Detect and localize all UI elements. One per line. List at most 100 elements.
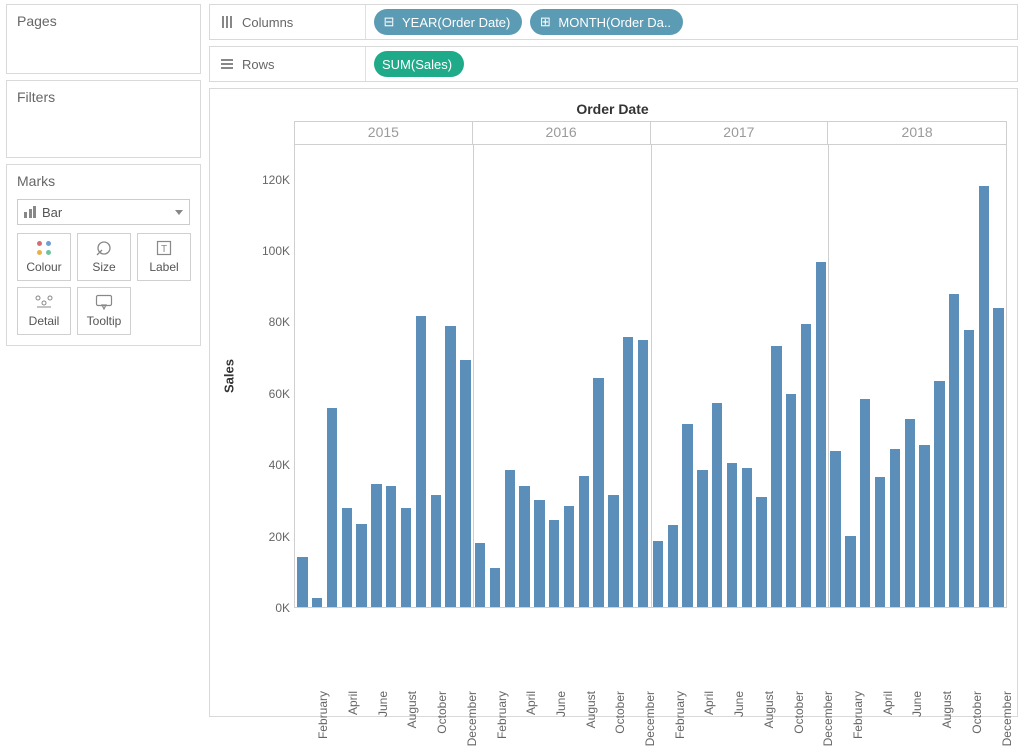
pages-title: Pages xyxy=(17,13,190,29)
bar-icon xyxy=(24,206,36,218)
y-tick: 80K xyxy=(269,315,290,329)
bar[interactable] xyxy=(905,419,915,607)
bar[interactable] xyxy=(342,508,352,608)
marks-detail-button[interactable]: Detail xyxy=(17,287,71,335)
bar[interactable] xyxy=(608,495,618,607)
chevron-down-icon xyxy=(175,210,183,215)
bar[interactable] xyxy=(860,399,870,607)
bar[interactable] xyxy=(771,346,781,607)
bar[interactable] xyxy=(934,381,944,607)
year-label: 2016 xyxy=(473,122,651,144)
bar[interactable] xyxy=(564,506,574,607)
chart-area: Order Date 2015201620172018 Sales 0K20K4… xyxy=(209,88,1018,717)
marks-colour-button[interactable]: Colour xyxy=(17,233,71,281)
marks-tooltip-button[interactable]: Tooltip xyxy=(77,287,131,335)
pages-panel: Pages xyxy=(6,4,201,74)
bar[interactable] xyxy=(475,543,485,607)
bar[interactable] xyxy=(549,520,559,607)
month-label: April xyxy=(346,691,360,715)
month-label: October xyxy=(613,691,627,734)
bar[interactable] xyxy=(534,500,544,607)
bar[interactable] xyxy=(993,308,1003,607)
month-label: April xyxy=(702,691,716,715)
bar[interactable] xyxy=(830,451,840,607)
filters-title: Filters xyxy=(17,89,190,105)
marks-detail-label: Detail xyxy=(29,314,60,328)
month-label: December xyxy=(821,691,835,746)
pill-sum-sales[interactable]: SUM(Sales) xyxy=(374,51,464,77)
marks-colour-label: Colour xyxy=(26,260,61,274)
bar[interactable] xyxy=(712,403,722,607)
y-tick: 100K xyxy=(262,244,290,258)
bar[interactable] xyxy=(756,497,766,607)
bar[interactable] xyxy=(505,470,515,607)
marks-panel: Marks Bar Colour Size T xyxy=(6,164,201,346)
bar[interactable] xyxy=(297,557,307,607)
bar[interactable] xyxy=(964,330,974,607)
y-axis: 0K20K40K60K80K100K120K xyxy=(240,144,294,608)
columns-shelf[interactable]: Columns ⊟ YEAR(Order Date) ⊞ MONTH(Order… xyxy=(209,4,1018,40)
bar[interactable] xyxy=(312,598,322,607)
bar[interactable] xyxy=(445,326,455,607)
bar[interactable] xyxy=(697,470,707,607)
bar[interactable] xyxy=(490,568,500,607)
bar[interactable] xyxy=(356,524,366,608)
bar[interactable] xyxy=(949,294,959,607)
y-tick: 40K xyxy=(269,458,290,472)
detail-icon xyxy=(35,295,53,309)
rows-shelf[interactable]: Rows SUM(Sales) xyxy=(209,46,1018,82)
month-label: February xyxy=(851,691,865,739)
bar[interactable] xyxy=(979,186,989,607)
bar[interactable] xyxy=(682,424,692,607)
bar[interactable] xyxy=(416,316,426,607)
bar[interactable] xyxy=(919,445,929,607)
bar[interactable] xyxy=(386,486,396,607)
columns-label: Columns xyxy=(242,15,293,30)
bar[interactable] xyxy=(875,477,885,607)
marks-title: Marks xyxy=(17,173,190,189)
tooltip-icon xyxy=(95,294,113,310)
month-label: June xyxy=(910,691,924,717)
month-label: December xyxy=(1000,691,1014,746)
bar[interactable] xyxy=(727,463,737,607)
month-label: June xyxy=(732,691,746,717)
pill-year-label: YEAR(Order Date) xyxy=(402,15,510,30)
marks-type-select[interactable]: Bar xyxy=(17,199,190,225)
bar[interactable] xyxy=(638,340,648,607)
filters-panel: Filters xyxy=(6,80,201,158)
bar[interactable] xyxy=(845,536,855,607)
bar[interactable] xyxy=(653,541,663,607)
bar[interactable] xyxy=(801,324,811,607)
bar[interactable] xyxy=(460,360,470,607)
colour-icon xyxy=(37,241,51,255)
bar[interactable] xyxy=(668,525,678,607)
y-tick: 60K xyxy=(269,387,290,401)
plus-icon: ⊞ xyxy=(538,14,552,30)
marks-type-label: Bar xyxy=(42,205,62,220)
bar[interactable] xyxy=(623,337,633,607)
bar[interactable] xyxy=(742,468,752,607)
bar[interactable] xyxy=(816,262,826,607)
year-label: 2017 xyxy=(651,122,829,144)
bar[interactable] xyxy=(371,484,381,607)
bar[interactable] xyxy=(519,486,529,607)
month-label: April xyxy=(524,691,538,715)
pill-month-orderdate[interactable]: ⊞ MONTH(Order Da.. xyxy=(530,9,683,35)
bar[interactable] xyxy=(401,508,411,608)
month-label: October xyxy=(435,691,449,734)
year-label: 2018 xyxy=(828,122,1006,144)
pill-year-orderdate[interactable]: ⊟ YEAR(Order Date) xyxy=(374,9,522,35)
bar[interactable] xyxy=(593,378,603,607)
month-label: October xyxy=(970,691,984,734)
rows-label: Rows xyxy=(242,57,275,72)
bar[interactable] xyxy=(431,495,441,607)
month-label: June xyxy=(376,691,390,717)
bar[interactable] xyxy=(786,394,796,607)
marks-size-button[interactable]: Size xyxy=(77,233,131,281)
marks-label-button[interactable]: T Label xyxy=(137,233,191,281)
bar[interactable] xyxy=(890,449,900,607)
bar[interactable] xyxy=(579,476,589,607)
chart-plot[interactable] xyxy=(294,144,1007,608)
bar[interactable] xyxy=(327,408,337,607)
rows-icon xyxy=(220,57,234,71)
